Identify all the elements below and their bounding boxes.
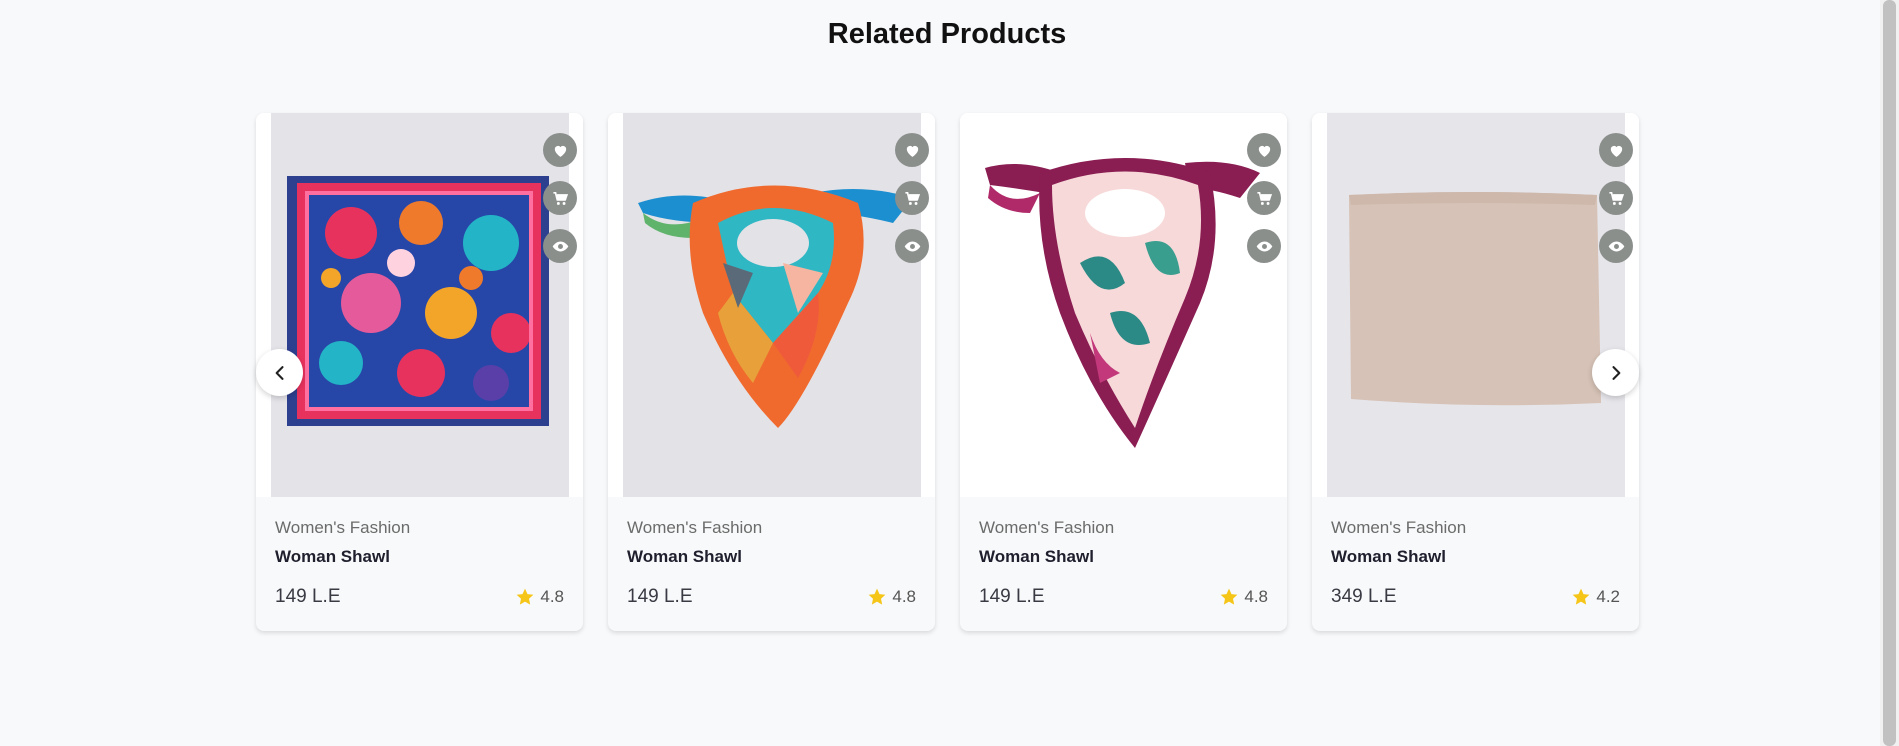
rating-value: 4.2: [1596, 587, 1620, 606]
product-photo-tied-scarf[interactable]: [623, 113, 921, 497]
floral-scarf-image: [960, 113, 1287, 497]
product-image-area[interactable]: [1312, 113, 1639, 497]
product-image-area[interactable]: [960, 113, 1287, 497]
printed-scarf-image: [271, 113, 569, 497]
product-price: 149 L.E: [979, 586, 1045, 607]
product-name[interactable]: Woman Shawl: [275, 547, 564, 567]
product-price: 149 L.E: [275, 586, 341, 607]
quick-view-button[interactable]: [1599, 229, 1633, 263]
section-title: Related Products: [827, 18, 1067, 50]
product-rating: 4.8: [867, 587, 916, 607]
add-to-cart-button[interactable]: [543, 181, 577, 215]
heart-icon: [1258, 145, 1270, 157]
product-category: Women's Fashion: [627, 518, 763, 537]
add-to-cart-button[interactable]: [1599, 181, 1633, 215]
eye-icon: [552, 241, 568, 251]
chevron-right-icon: [1611, 365, 1620, 380]
product-price: 149 L.E: [627, 586, 693, 607]
heart-icon: [554, 145, 566, 157]
quick-view-button[interactable]: [543, 229, 577, 263]
product-rating: 4.2: [1571, 587, 1620, 607]
add-to-wishlist-button[interactable]: [1247, 133, 1281, 167]
add-to-wishlist-button[interactable]: [1599, 133, 1633, 167]
product-photo-floral-scarf[interactable]: [960, 113, 1287, 497]
product-name[interactable]: Woman Shawl: [979, 547, 1268, 567]
tied-scarf-image: [623, 113, 921, 497]
product-name[interactable]: Woman Shawl: [627, 547, 916, 567]
rating-value: 4.8: [892, 587, 916, 606]
cart-icon: [904, 191, 920, 205]
add-to-cart-button[interactable]: [1247, 181, 1281, 215]
product-price: 349 L.E: [1331, 586, 1397, 607]
product-info: Women's Fashion Woman Shawl 149 L.E 4.8: [979, 518, 1268, 608]
scrollbar-thumb[interactable]: [1883, 0, 1896, 746]
product-actions: [1599, 133, 1633, 277]
carousel-next-button[interactable]: [1592, 349, 1639, 396]
product-actions: [543, 133, 577, 277]
plain-shawl-image: [1327, 113, 1625, 497]
chevron-left-icon: [275, 365, 284, 380]
star-icon: [1221, 588, 1238, 605]
product-info: Women's Fashion Woman Shawl 349 L.E 4.2: [1331, 518, 1620, 608]
product-image-area[interactable]: [608, 113, 935, 497]
product-category: Women's Fashion: [275, 518, 411, 537]
product-category: Women's Fashion: [1331, 518, 1467, 537]
product-card[interactable]: Women's Fashion Woman Shawl 149 L.E 4.8: [256, 113, 583, 631]
related-products-carousel: Women's Fashion Woman Shawl 149 L.E 4.8: [256, 113, 1639, 631]
rating-value: 4.8: [540, 587, 564, 606]
cart-icon: [1256, 191, 1272, 205]
add-to-wishlist-button[interactable]: [543, 133, 577, 167]
product-actions: [895, 133, 929, 277]
product-photo-printed-scarf[interactable]: [271, 113, 569, 497]
product-actions: [1247, 133, 1281, 277]
quick-view-button[interactable]: [895, 229, 929, 263]
eye-icon: [1256, 241, 1272, 251]
product-name[interactable]: Woman Shawl: [1331, 547, 1620, 567]
carousel-prev-button[interactable]: [256, 349, 303, 396]
add-to-cart-button[interactable]: [895, 181, 929, 215]
product-info: Women's Fashion Woman Shawl 149 L.E 4.8: [627, 518, 916, 608]
page-scrollbar[interactable]: [1880, 0, 1899, 746]
star-icon: [1573, 588, 1590, 605]
product-image-area[interactable]: [256, 113, 583, 497]
cart-icon: [552, 191, 568, 205]
star-icon: [869, 588, 886, 605]
product-info: Women's Fashion Woman Shawl 149 L.E 4.8: [275, 518, 564, 608]
product-card[interactable]: Women's Fashion Woman Shawl 149 L.E 4.8: [608, 113, 935, 631]
rating-value: 4.8: [1244, 587, 1268, 606]
product-card[interactable]: Women's Fashion Woman Shawl 349 L.E 4.2: [1312, 113, 1639, 631]
product-card[interactable]: Women's Fashion Woman Shawl 149 L.E 4.8: [960, 113, 1287, 631]
product-photo-plain-shawl[interactable]: [1327, 113, 1625, 497]
quick-view-button[interactable]: [1247, 229, 1281, 263]
add-to-wishlist-button[interactable]: [895, 133, 929, 167]
eye-icon: [904, 241, 920, 251]
product-category: Women's Fashion: [979, 518, 1115, 537]
product-rating: 4.8: [1219, 587, 1268, 607]
cart-icon: [1608, 191, 1624, 205]
heart-icon: [906, 145, 918, 157]
heart-icon: [1610, 145, 1622, 157]
eye-icon: [1608, 241, 1624, 251]
product-rating: 4.8: [515, 587, 564, 607]
star-icon: [517, 588, 534, 605]
